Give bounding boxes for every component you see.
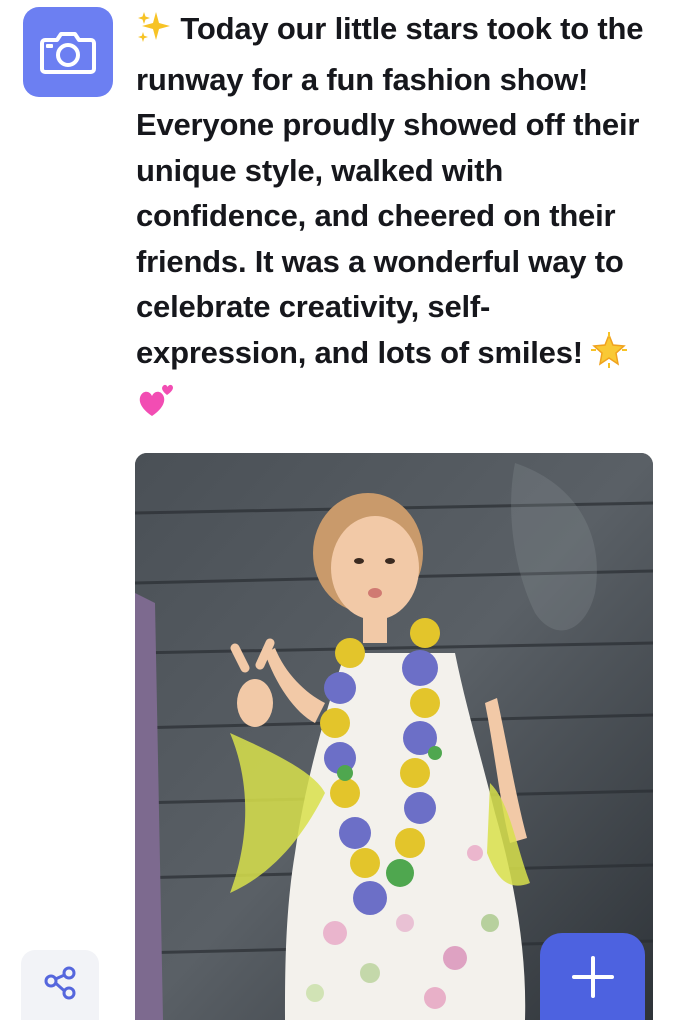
- post-caption: Today our little stars took to the runwa…: [136, 6, 656, 431]
- sparkles-emoji: [136, 10, 172, 57]
- glowing-star-emoji: [591, 331, 628, 381]
- add-button[interactable]: [540, 933, 645, 1020]
- post-view: Today our little stars took to the runwa…: [0, 0, 675, 1020]
- plus-icon: [571, 955, 614, 998]
- share-button[interactable]: [21, 950, 99, 1020]
- share-icon: [44, 966, 76, 1000]
- two-hearts-emoji: [136, 382, 176, 431]
- camera-icon: [40, 32, 96, 74]
- camera-button[interactable]: [23, 7, 113, 97]
- post-text: Today our little stars took to the runwa…: [136, 11, 644, 370]
